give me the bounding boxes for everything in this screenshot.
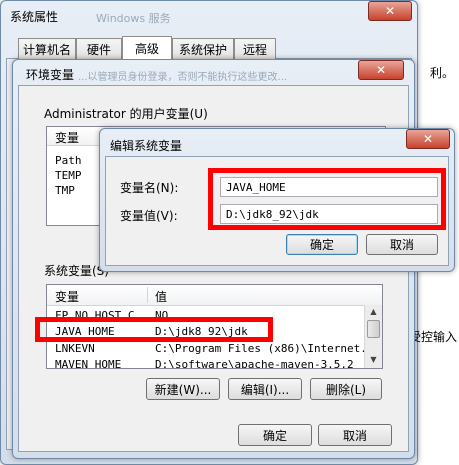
tab-advanced[interactable]: 高级 <box>122 36 172 59</box>
system-vars-scrollbar[interactable]: ▲ ▼ <box>364 305 382 368</box>
close-icon: ✕ <box>375 63 387 77</box>
scroll-down-icon[interactable]: ▼ <box>367 354 380 366</box>
sys-var-name: MAVEN_HOME <box>55 358 122 369</box>
system-vars-col-variable[interactable]: 变量 <box>55 288 79 305</box>
edit-ok-button[interactable]: 确定 <box>286 234 358 255</box>
edit-variable-button[interactable]: 编辑(I)... <box>228 378 302 400</box>
highlight-box-java-home-row <box>35 317 273 342</box>
delete-variable-button[interactable]: 删除(L) <box>310 378 382 400</box>
tab-system-protection[interactable]: 系统保护 <box>172 38 234 59</box>
background-window-title: Windows 服务 <box>96 12 171 25</box>
sys-var-value: C:\Program Files (x86)\Internet... <box>155 342 381 355</box>
edit-var-title: 编辑系统变量 <box>110 139 183 153</box>
close-icon: ✕ <box>422 132 434 146</box>
background-text-fragment-2: 受控输入 <box>409 330 458 344</box>
env-vars-close-button[interactable]: ✕ <box>358 60 404 80</box>
table-row[interactable]: TMP <box>55 184 75 197</box>
system-vars-col-value[interactable]: 值 <box>155 288 167 305</box>
table-row[interactable]: Path <box>55 154 82 167</box>
new-variable-button[interactable]: 新建(W)... <box>146 378 220 400</box>
env-vars-title: 环境变量 <box>26 68 75 82</box>
background-text-fragment-1: 利。 <box>430 66 455 80</box>
scrollbar-thumb[interactable] <box>367 320 380 338</box>
tab-hardware[interactable]: 硬件 <box>76 38 122 59</box>
close-icon: ✕ <box>384 4 396 18</box>
variable-value-label: 变量值(V): <box>120 209 178 223</box>
sys-var-value: D:\software\apache-maven-3.5.2 <box>155 358 354 369</box>
column-divider[interactable] <box>147 287 148 303</box>
system-vars-header: 变量 值 <box>47 285 382 306</box>
tab-remote[interactable]: 远程 <box>234 38 276 59</box>
scroll-up-icon[interactable]: ▲ <box>367 306 380 318</box>
env-cancel-button[interactable]: 取消 <box>318 424 392 446</box>
system-properties-close-button[interactable]: ✕ <box>368 1 412 21</box>
edit-cancel-button[interactable]: 取消 <box>366 234 438 255</box>
env-vars-faded-text: ...以管理员身份登录，否则不能执行这些更改... <box>78 72 288 83</box>
highlight-box-edit-fields <box>208 168 446 230</box>
user-vars-col-variable[interactable]: 变量 <box>55 129 79 146</box>
system-properties-title: 系统属性 <box>10 10 59 24</box>
table-row[interactable]: LNKEVN C:\Program Files (x86)\Internet..… <box>55 342 380 356</box>
edit-var-close-button[interactable]: ✕ <box>406 129 450 149</box>
user-var-name: TEMP <box>55 169 82 182</box>
sys-var-name: LNKEVN <box>55 342 95 355</box>
user-vars-group-label: Administrator 的用户变量(U) <box>44 107 208 121</box>
table-row[interactable]: MAVEN_HOME D:\software\apache-maven-3.5.… <box>55 358 365 369</box>
tab-computer-name[interactable]: 计算机名 <box>18 38 76 59</box>
user-var-name: Path <box>55 154 82 167</box>
variable-name-label: 变量名(N): <box>120 181 179 195</box>
table-row[interactable]: TEMP <box>55 169 82 182</box>
user-var-name: TMP <box>55 184 75 197</box>
env-ok-button[interactable]: 确定 <box>238 424 312 446</box>
